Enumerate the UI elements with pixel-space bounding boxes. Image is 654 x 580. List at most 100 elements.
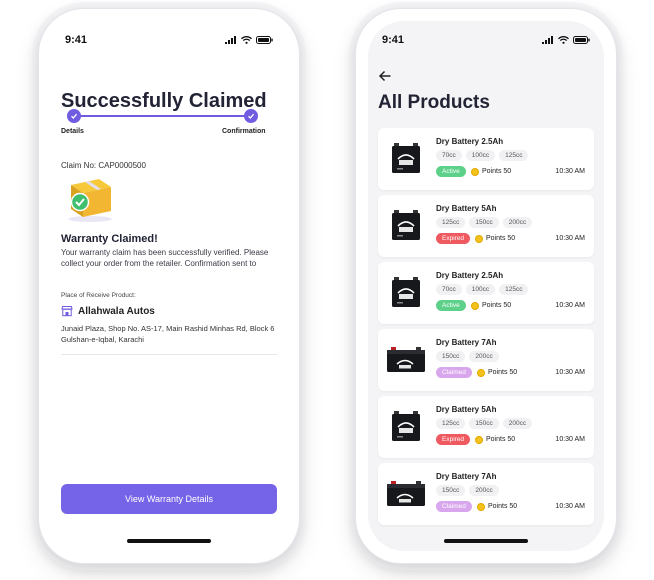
battery-small-icon <box>385 137 427 179</box>
product-name: Dry Battery 2.5Ah <box>436 271 504 280</box>
view-warranty-details-button[interactable]: View Warranty Details <box>61 484 277 514</box>
all-products-screen: 9:41 All Products Dry Battery 2.5Ah 70cc 1… <box>368 21 604 551</box>
points-row: Points 50 <box>477 367 517 378</box>
package-verified-icon <box>68 179 112 222</box>
engine-cc-chip: 150cc <box>469 418 499 429</box>
status-time: 9:41 <box>382 34 405 46</box>
engine-cc-chip: 125cc <box>499 284 529 295</box>
engine-cc-list: 70cc 100cc 125cc <box>436 284 529 295</box>
engine-cc-chip: 200cc <box>469 485 499 496</box>
product-name: Dry Battery 7Ah <box>436 338 497 347</box>
product-time: 10:30 AM <box>555 302 585 309</box>
engine-cc-list: 125cc 150cc 200cc <box>436 418 533 429</box>
step-details-check-icon <box>67 109 81 123</box>
points-label: Points 50 <box>486 235 516 242</box>
status-bar: 9:41 <box>51 33 287 49</box>
status-badge: Expired <box>436 434 471 445</box>
points-label: Points 50 <box>482 302 512 309</box>
back-arrow-icon[interactable] <box>378 69 392 83</box>
battery-level-icon <box>256 36 273 44</box>
battery-small-icon <box>385 271 427 313</box>
status-badge: Claimed <box>436 501 472 512</box>
coin-icon <box>471 301 479 310</box>
cellular-signal-icon <box>225 36 236 44</box>
points-label: Points 50 <box>488 503 518 510</box>
stepper-progress-line <box>68 115 254 117</box>
battery-wide-icon <box>385 338 427 380</box>
points-label: Points 50 <box>488 369 518 376</box>
battery-wide-icon <box>385 472 427 514</box>
page-title: All Products <box>378 92 490 113</box>
points-label: Points 50 <box>486 436 516 443</box>
coin-icon <box>471 167 479 176</box>
product-list: Dry Battery 2.5Ah 70cc 100cc 125cc Active Poi… <box>378 128 594 530</box>
engine-cc-list: 70cc 100cc 125cc <box>436 150 529 161</box>
engine-cc-chip: 200cc <box>502 418 533 429</box>
step-label-confirmation: Confirmation <box>222 128 266 135</box>
points-row: Points 50 <box>475 434 515 445</box>
receive-place-label: Place of Receive Product: <box>61 292 136 299</box>
battery-small-icon <box>385 405 427 447</box>
home-indicator <box>444 539 528 543</box>
product-card[interactable]: Dry Battery 7Ah 150cc 200cc Claimed Points 5… <box>378 329 594 391</box>
points-label: Points 50 <box>482 168 512 175</box>
status-badge: Claimed <box>436 367 472 378</box>
phone-all-products: 9:41 All Products Dry Battery 2.5Ah 70cc 1… <box>355 8 617 564</box>
divider <box>61 354 277 355</box>
points-row: Points 50 <box>477 501 517 512</box>
engine-cc-chip: 100cc <box>465 284 496 295</box>
product-name: Dry Battery 5Ah <box>436 204 497 213</box>
points-row: Points 50 <box>475 233 515 244</box>
product-name: Dry Battery 5Ah <box>436 405 497 414</box>
step-label-details: Details <box>61 128 84 135</box>
engine-cc-chip: 150cc <box>436 485 466 496</box>
wifi-icon <box>241 36 252 44</box>
coin-icon <box>475 435 483 444</box>
status-badge: Expired <box>436 233 471 244</box>
product-time: 10:30 AM <box>555 436 585 443</box>
claim-success-screen: 9:41 Successfully Claimed Details Confir… <box>51 21 287 551</box>
retailer-name: Allahwala Autos <box>78 305 155 317</box>
claim-number: Claim No: CAP0000500 <box>61 161 146 170</box>
status-badge: Active <box>436 300 466 311</box>
engine-cc-chip: 125cc <box>499 150 529 161</box>
engine-cc-chip: 70cc <box>436 284 462 295</box>
product-card[interactable]: Dry Battery 2.5Ah 70cc 100cc 125cc Active Poi… <box>378 262 594 324</box>
battery-small-icon <box>385 204 427 246</box>
retailer-row: Allahwala Autos <box>61 305 155 317</box>
points-row: Points 50 <box>471 166 511 177</box>
step-confirmation-check-icon <box>244 109 258 123</box>
coin-icon <box>477 502 485 511</box>
battery-level-icon <box>573 36 590 44</box>
engine-cc-chip: 150cc <box>469 217 499 228</box>
engine-cc-chip: 125cc <box>436 418 466 429</box>
engine-cc-chip: 200cc <box>469 351 499 362</box>
product-card[interactable]: Dry Battery 5Ah 125cc 150cc 200cc Expired Poi… <box>378 396 594 458</box>
retailer-address: Junaid Plaza, Shop No. AS-17, Main Rashi… <box>61 324 275 344</box>
product-card[interactable]: Dry Battery 2.5Ah 70cc 100cc 125cc Active Poi… <box>378 128 594 190</box>
engine-cc-chip: 200cc <box>502 217 533 228</box>
engine-cc-chip: 150cc <box>436 351 466 362</box>
points-row: Points 50 <box>471 300 511 311</box>
warranty-claimed-heading: Warranty Claimed! <box>61 233 158 245</box>
phone-claim-success: 9:41 Successfully Claimed Details Confir… <box>38 8 300 564</box>
product-name: Dry Battery 2.5Ah <box>436 137 504 146</box>
product-name: Dry Battery 7Ah <box>436 472 497 481</box>
product-card[interactable]: Dry Battery 7Ah 150cc 200cc Claimed Points 5… <box>378 463 594 525</box>
store-icon <box>61 306 73 317</box>
product-card[interactable]: Dry Battery 5Ah 125cc 150cc 200cc Expired Poi… <box>378 195 594 257</box>
engine-cc-chip: 125cc <box>436 217 466 228</box>
status-badge: Active <box>436 166 466 177</box>
engine-cc-list: 125cc 150cc 200cc <box>436 217 533 228</box>
status-time: 9:41 <box>65 34 88 46</box>
wifi-icon <box>558 36 569 44</box>
coin-icon <box>477 368 485 377</box>
product-time: 10:30 AM <box>555 503 585 510</box>
engine-cc-list: 150cc 200cc <box>436 351 499 362</box>
product-time: 10:30 AM <box>555 168 585 175</box>
coin-icon <box>475 234 483 243</box>
warranty-claimed-message: Your warranty claim has been successfull… <box>61 248 269 268</box>
engine-cc-chip: 70cc <box>436 150 462 161</box>
cellular-signal-icon <box>542 36 553 44</box>
status-bar: 9:41 <box>368 33 604 49</box>
